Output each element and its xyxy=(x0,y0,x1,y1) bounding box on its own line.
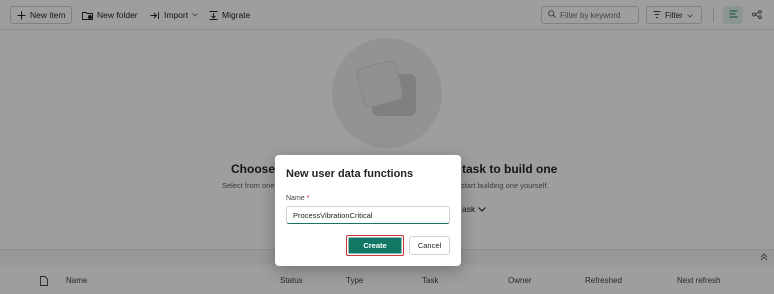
name-label-text: Name xyxy=(286,195,305,202)
required-marker: * xyxy=(306,195,310,202)
name-input[interactable] xyxy=(286,206,450,224)
new-user-data-functions-dialog: New user data functions Name * Create Ca… xyxy=(275,155,461,266)
name-field-label: Name * xyxy=(286,195,309,202)
cancel-button[interactable]: Cancel xyxy=(409,236,450,255)
dialog-title: New user data functions xyxy=(286,168,414,180)
create-button[interactable]: Create xyxy=(346,235,404,256)
